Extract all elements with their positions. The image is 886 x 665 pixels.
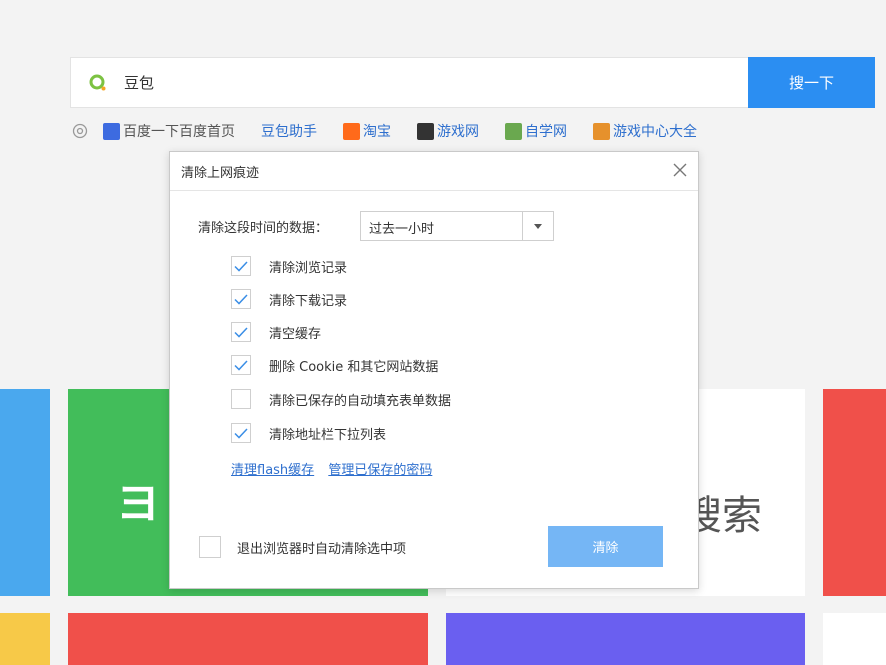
quick-link-taobao[interactable]: 淘宝 (343, 121, 391, 141)
checkbox-auto-clear[interactable] (199, 536, 221, 558)
auto-clear-option[interactable]: 退出浏览器时自动清除选中项 (199, 536, 406, 558)
manage-passwords-link[interactable]: 管理已保存的密码 (328, 463, 432, 478)
game-site-icon (417, 122, 434, 140)
option-label: 清空缓存 (269, 326, 322, 342)
dialog-header: 清除上网痕迹 (170, 152, 698, 191)
quick-link-label: 豆包助手 (261, 124, 317, 140)
time-range-label: 清除这段时间的数据： (198, 221, 329, 236)
tile-red[interactable] (68, 613, 428, 665)
tile-white-bottom[interactable] (823, 613, 886, 665)
quick-links-bar: 百度一下百度首页 豆包助手 淘宝 游戏网 自学网 游戏中心大全 (72, 121, 723, 141)
checkmark-icon (234, 326, 248, 338)
quick-link-label: 淘宝 (363, 124, 391, 140)
clear-flash-cache-link[interactable]: 清理flash缓存 (231, 463, 314, 478)
option-clear-autofill[interactable]: 清除已保存的自动填充表单数据 (231, 388, 451, 410)
quick-link-label: 百度一下百度首页 (123, 124, 235, 140)
option-label: 清除已保存的自动填充表单数据 (269, 393, 452, 409)
checkmark-icon (234, 293, 248, 305)
tile-blue[interactable] (0, 389, 50, 596)
option-clear-cache[interactable]: 清空缓存 (231, 321, 321, 343)
quick-link-self-study[interactable]: 自学网 (505, 121, 567, 141)
checkmark-icon (234, 260, 248, 272)
checkbox-clear-history[interactable] (231, 256, 251, 276)
option-clear-address-bar[interactable]: 清除地址栏下拉列表 (231, 422, 386, 444)
clear-button[interactable]: 清除 (548, 526, 663, 567)
option-label: 清除下载记录 (269, 293, 348, 309)
tile-purple[interactable] (446, 613, 805, 665)
self-study-icon (505, 122, 522, 140)
quick-link-label: 游戏中心大全 (613, 124, 697, 140)
game-center-icon (593, 122, 610, 140)
clear-browsing-data-dialog: 清除上网痕迹 清除这段时间的数据： 过去一小时 清除浏览记录 清除下载记录 清空… (169, 151, 699, 589)
checkbox-clear-downloads[interactable] (231, 289, 251, 309)
time-range-select[interactable]: 过去一小时 (360, 211, 554, 241)
baidu-icon (103, 122, 120, 140)
quick-link-baidu[interactable]: 百度一下百度首页 (103, 121, 235, 141)
checkmark-icon (234, 427, 248, 439)
option-label: 清除地址栏下拉列表 (269, 427, 387, 443)
dropdown-arrow-icon[interactable] (522, 212, 553, 240)
tile-green-text: ヨ (116, 478, 160, 529)
quick-link-game-center[interactable]: 游戏中心大全 (593, 121, 697, 141)
tile-yellow[interactable] (0, 613, 50, 665)
gear-icon[interactable] (72, 123, 88, 139)
checkbox-clear-cache[interactable] (231, 322, 251, 342)
quick-link-game-site[interactable]: 游戏网 (417, 121, 479, 141)
search-input[interactable]: 豆包 (70, 57, 748, 108)
close-icon[interactable] (670, 160, 690, 180)
taobao-icon (343, 122, 360, 140)
search-query: 豆包 (124, 74, 155, 92)
checkbox-clear-autofill[interactable] (231, 389, 251, 409)
dialog-links: 清理flash缓存 管理已保存的密码 (231, 459, 442, 478)
option-clear-downloads[interactable]: 清除下载记录 (231, 288, 347, 310)
search-engine-logo-icon (89, 74, 106, 91)
dialog-title: 清除上网痕迹 (181, 166, 260, 181)
tile-red-right[interactable] (823, 389, 886, 596)
auto-clear-label: 退出浏览器时自动清除选中项 (237, 541, 407, 557)
checkmark-icon (234, 359, 248, 371)
checkbox-delete-cookies[interactable] (231, 355, 251, 375)
time-range-value: 过去一小时 (369, 222, 435, 237)
quick-link-label: 自学网 (525, 124, 567, 140)
option-clear-history[interactable]: 清除浏览记录 (231, 255, 347, 277)
search-button[interactable]: 搜一下 (748, 57, 875, 108)
checkbox-clear-address-bar[interactable] (231, 423, 251, 443)
quick-link-doubao[interactable]: 豆包助手 (261, 121, 317, 141)
option-label: 删除 Cookie 和其它网站数据 (269, 359, 439, 375)
option-delete-cookies[interactable]: 删除 Cookie 和其它网站数据 (231, 354, 438, 376)
quick-link-label: 游戏网 (437, 124, 479, 140)
option-label: 清除浏览记录 (269, 260, 348, 276)
